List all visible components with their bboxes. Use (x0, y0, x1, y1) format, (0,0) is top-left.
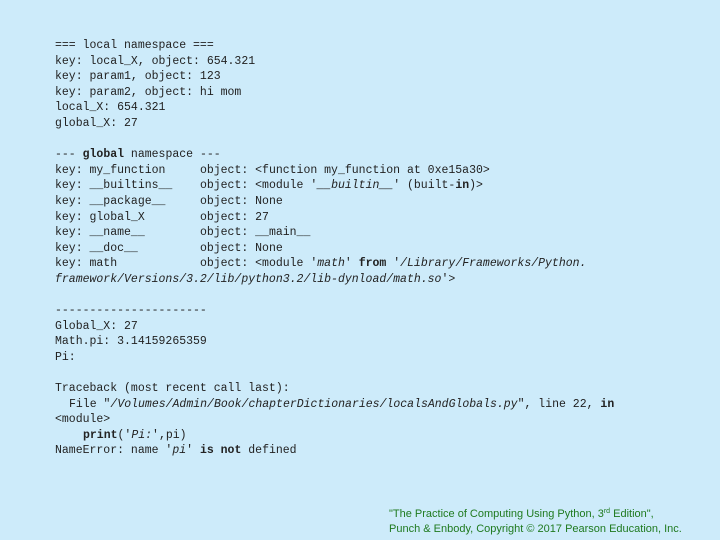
global-key: key: __doc__ (55, 241, 200, 255)
error-keyword: is not (199, 444, 242, 458)
global-object-italic: math (317, 257, 345, 271)
global-object: ' (built- (393, 179, 456, 193)
global-object: )> (469, 179, 483, 193)
global-row: key: my_function object: <function my_fu… (55, 163, 705, 179)
global-row-math: key: math object: <module 'math' from '/… (55, 256, 705, 272)
footer-line-2: Punch & Enbody, Copyright © 2017 Pearson… (389, 523, 682, 535)
error-text: NameError: name ' (55, 444, 173, 458)
global-object-italic: /Library/Frameworks/Python. (400, 257, 587, 271)
global-object: object: <module ' (199, 179, 318, 193)
footer-line-1: "The Practice of Computing Using Python,… (389, 507, 682, 522)
global-object: object: 27 (199, 210, 269, 224)
traceback-error-line: NameError: name 'pi' is not defined (55, 443, 705, 459)
global-object: ' (344, 257, 359, 271)
local-line: local_X: 654.321 (55, 101, 166, 115)
output-line: Global_X: 27 (55, 319, 138, 333)
error-text: defined (241, 444, 297, 458)
global-key: key: math (55, 257, 200, 271)
global-object-keyword: from (358, 257, 387, 271)
global-row: key: __package__ object: None (55, 194, 705, 210)
global-key: key: __package__ (55, 194, 200, 208)
global-row-math-continued: framework/Versions/3.2/lib/python3.2/lib… (55, 272, 705, 288)
console-output: === local namespace === key: local_X, ob… (55, 38, 705, 459)
traceback-code: ',pi) (152, 428, 187, 442)
global-object-keyword: in (455, 179, 470, 193)
global-object: object: __main__ (199, 226, 311, 240)
global-object: object: <function my_function at 0xe15a3… (199, 163, 490, 177)
traceback-code-keyword: print (83, 428, 118, 442)
traceback-file-keyword: in (600, 397, 615, 411)
error-text: ' (186, 444, 200, 458)
global-namespace-header: --- global namespace --- (55, 147, 705, 163)
output-line: Pi: (55, 350, 76, 364)
traceback-file-path: /Volumes/Admin/Book/chapterDictionaries/… (110, 397, 518, 411)
global-object: '> (441, 272, 456, 286)
global-object: object: <module ' (199, 257, 318, 271)
local-line: key: param1, object: 123 (55, 70, 221, 84)
traceback-code-line: print('Pi:',pi) (55, 428, 705, 444)
footer-title: "The Practice of Computing Using Python,… (389, 508, 604, 520)
traceback-file-prefix: File " (69, 397, 111, 411)
global-object: object: None (199, 194, 283, 208)
traceback-header: Traceback (most recent call last): (55, 382, 290, 396)
traceback-file-line: File "/Volumes/Admin/Book/chapterDiction… (55, 397, 705, 413)
global-row: key: global_X object: 27 (55, 210, 705, 226)
error-italic: pi (172, 444, 187, 458)
global-object: ' (386, 257, 401, 271)
output-line: Math.pi: 3.14159265359 (55, 335, 207, 349)
traceback-file-suffix: ", line 22, (517, 397, 601, 411)
footer-edition: Edition", (610, 508, 654, 520)
header-suffix: namespace --- (124, 148, 221, 162)
output-separator: ---------------------- (55, 304, 207, 318)
traceback-code: (' (117, 428, 132, 442)
global-object: object: None (199, 241, 283, 255)
copyright-footer: "The Practice of Computing Using Python,… (389, 507, 682, 537)
global-row: key: __doc__ object: None (55, 241, 705, 257)
header-keyword: global (82, 148, 125, 162)
header-prefix: --- (55, 148, 83, 162)
global-object-italic: __builtin__ (317, 179, 394, 193)
local-line: global_X: 27 (55, 116, 138, 130)
global-key: key: __builtins__ (55, 179, 200, 193)
global-key: key: global_X (55, 210, 200, 224)
global-key: key: __name__ (55, 226, 200, 240)
global-row: key: __builtins__ object: <module '__bui… (55, 178, 705, 194)
local-line: key: param2, object: hi mom (55, 85, 242, 99)
traceback-code-italic: Pi: (131, 428, 153, 442)
traceback-module: <module> (55, 413, 111, 427)
global-object-italic: framework/Versions/3.2/lib/python3.2/lib… (55, 272, 442, 286)
global-row: key: __name__ object: __main__ (55, 225, 705, 241)
global-key: key: my_function (55, 163, 200, 177)
local-line: key: local_X, object: 654.321 (55, 54, 256, 68)
local-namespace-header: === local namespace === (55, 39, 214, 52)
